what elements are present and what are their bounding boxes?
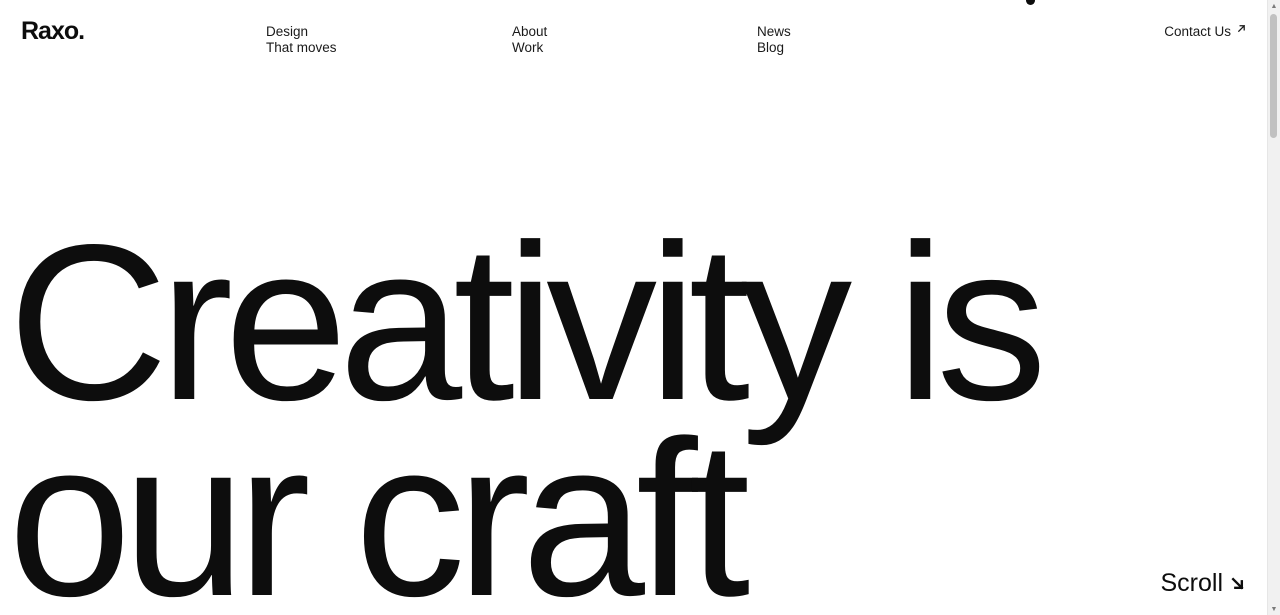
nav-group-about: About Work bbox=[512, 24, 547, 55]
scroll-up-arrow-icon[interactable]: ▲ bbox=[1268, 0, 1280, 12]
scroll-link[interactable]: Scroll bbox=[1160, 569, 1244, 598]
nav-group-news: News Blog bbox=[757, 24, 791, 55]
scroll-label: Scroll bbox=[1160, 569, 1223, 597]
logo-link[interactable]: Raxo. bbox=[21, 17, 85, 46]
scroll-down-arrow-icon[interactable]: ▼ bbox=[1268, 603, 1280, 615]
page: Raxo. Design That moves About Work News … bbox=[0, 0, 1268, 615]
arrow-down-right-icon bbox=[1231, 577, 1244, 590]
nav-link-news[interactable]: News bbox=[757, 24, 791, 40]
nav-link-that-moves[interactable]: That moves bbox=[266, 40, 337, 56]
arrow-up-right-icon bbox=[1237, 24, 1246, 33]
nav-link-blog[interactable]: Blog bbox=[757, 40, 791, 56]
contact-us-link[interactable]: Contact Us bbox=[1164, 24, 1246, 40]
cursor-dot bbox=[1026, 0, 1035, 5]
nav-group-design: Design That moves bbox=[266, 24, 337, 55]
nav-link-work[interactable]: Work bbox=[512, 40, 547, 56]
scrollbar-thumb[interactable] bbox=[1270, 14, 1277, 138]
vertical-scrollbar[interactable]: ▲ ▼ bbox=[1267, 0, 1280, 615]
nav-link-design[interactable]: Design bbox=[266, 24, 337, 40]
contact-us-label: Contact Us bbox=[1164, 24, 1231, 39]
nav-link-about[interactable]: About bbox=[512, 24, 547, 40]
hero-headline-line-2: our craft bbox=[8, 395, 750, 615]
